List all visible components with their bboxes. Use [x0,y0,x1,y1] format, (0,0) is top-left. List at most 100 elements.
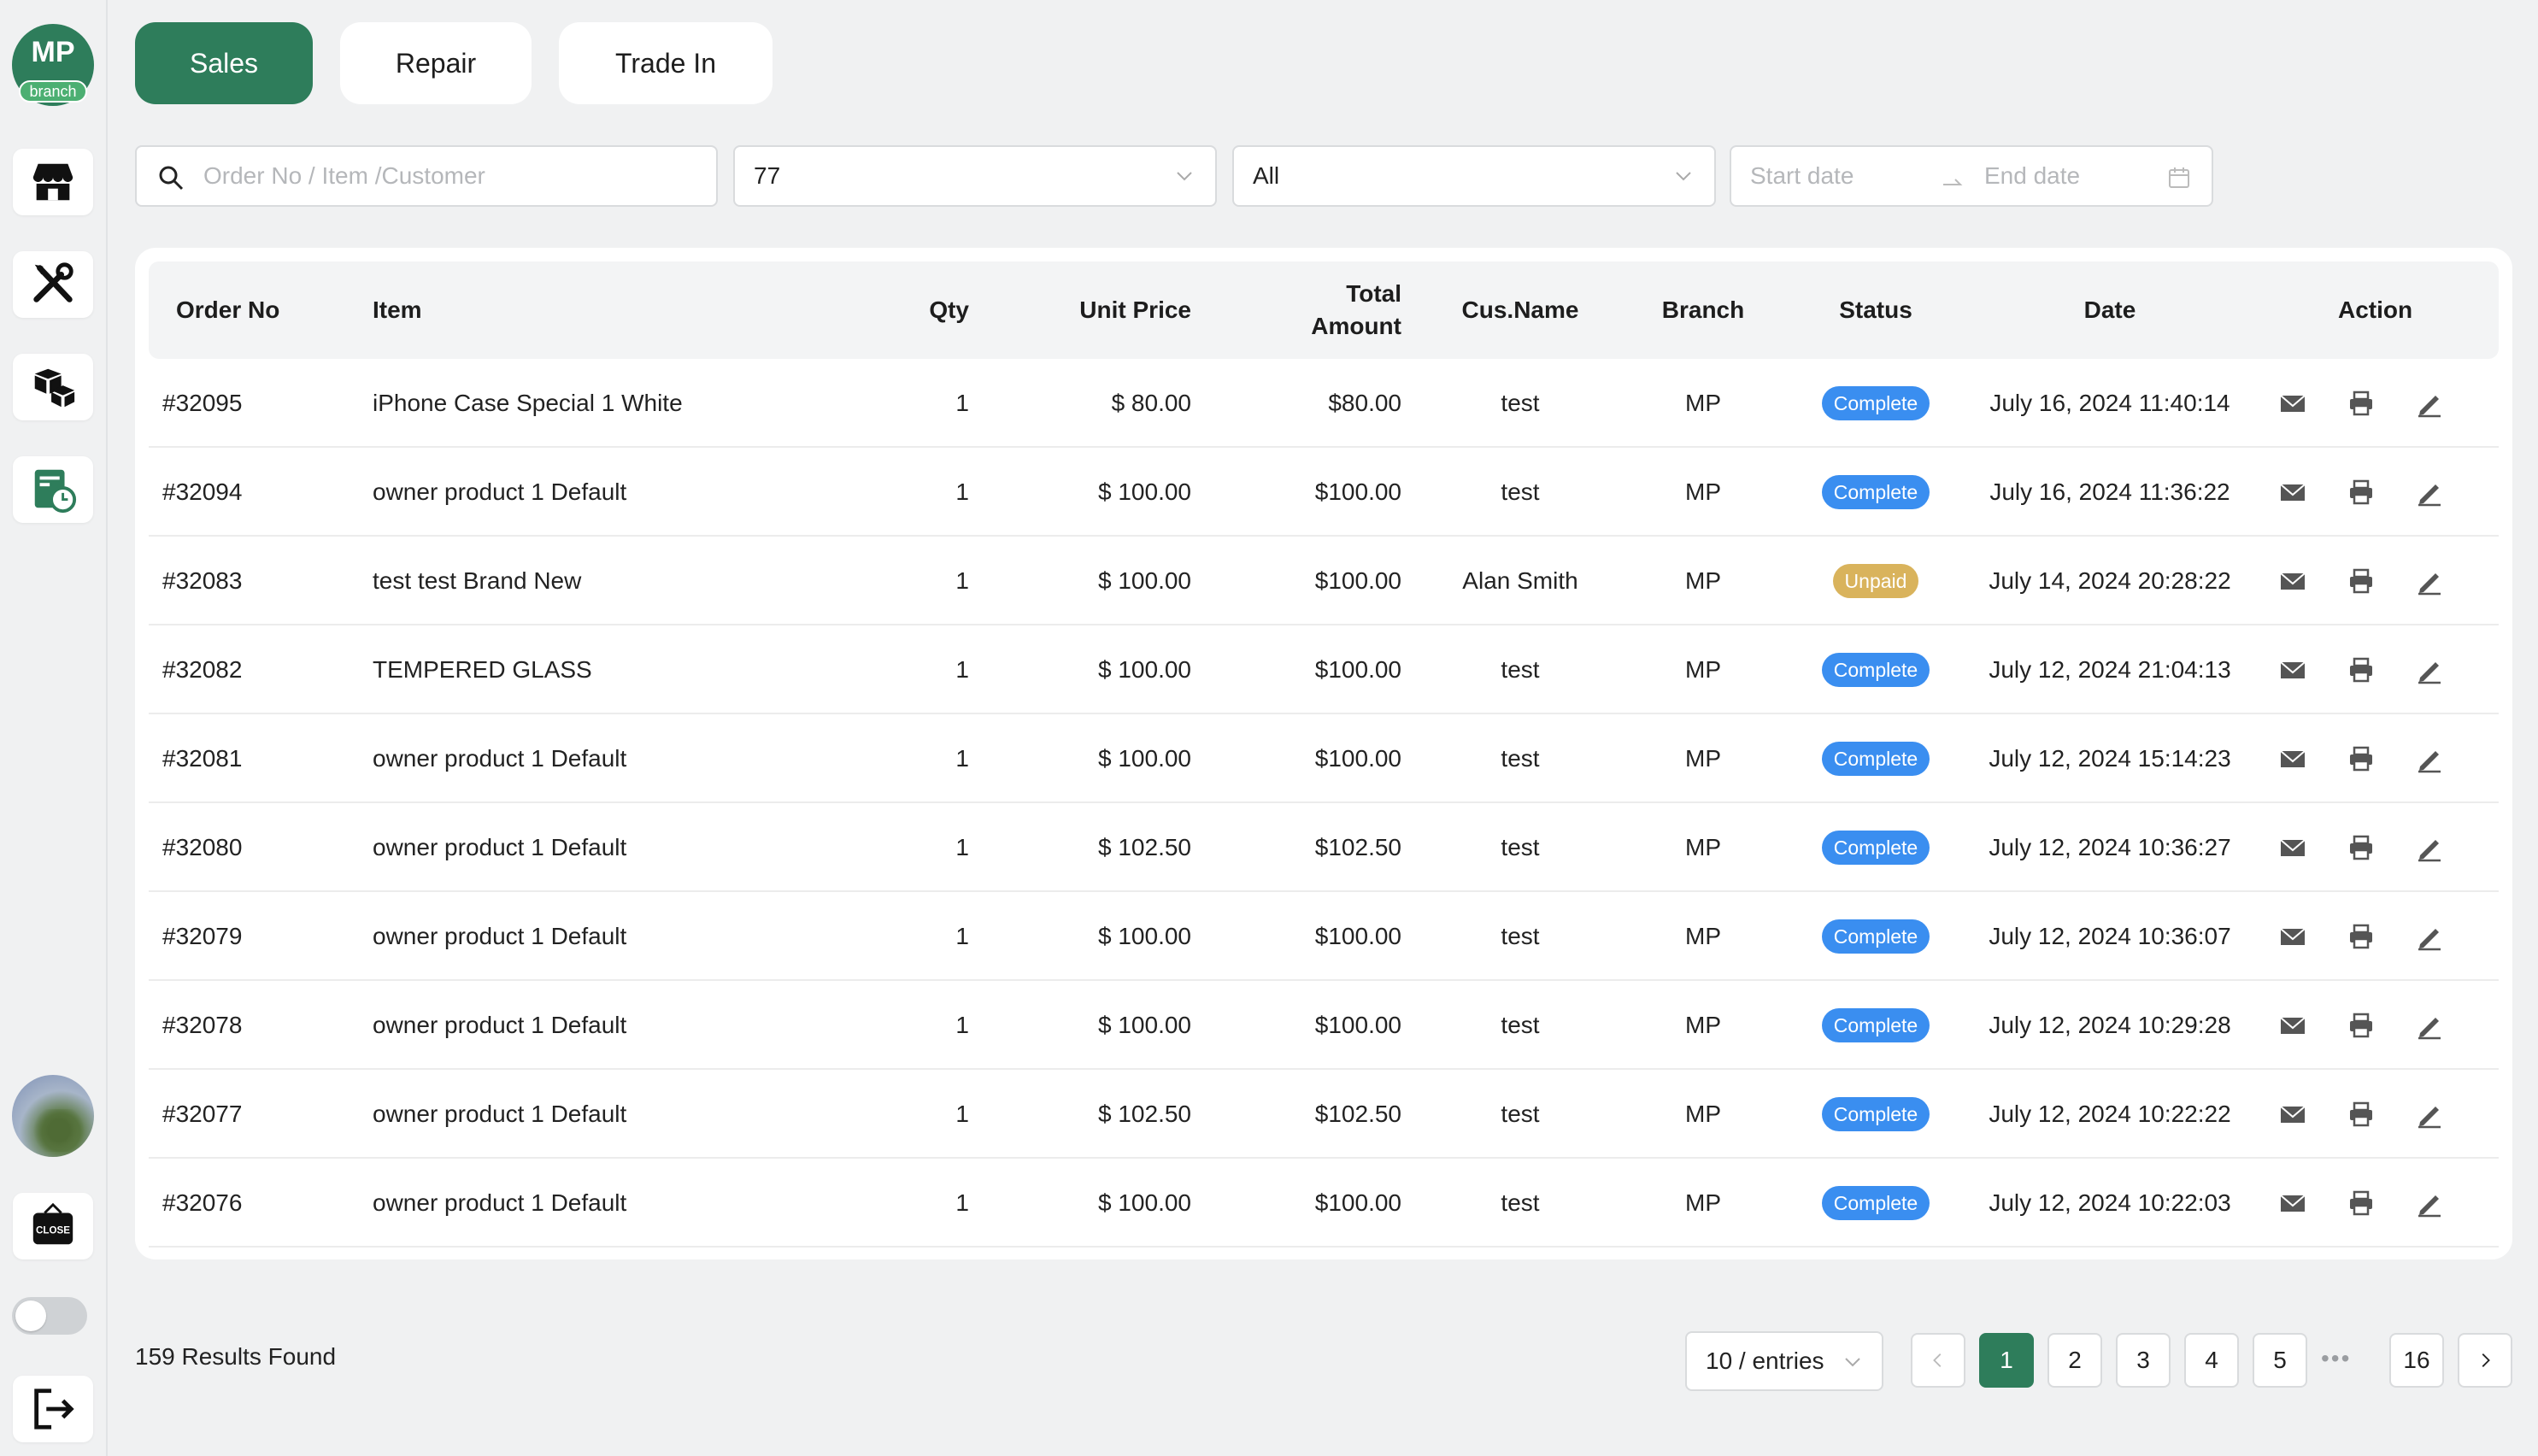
sidebar-item-inventory[interactable] [13,354,93,420]
pagination-page-2[interactable]: 2 [2047,1333,2102,1388]
cell-total-amount: $100.00 [1314,1012,1401,1038]
cell-order-no[interactable]: #32077 [162,1070,242,1159]
logout-icon [34,1388,74,1430]
print-button[interactable] [2347,359,2376,448]
col-action: Action [2338,296,2413,323]
col-date[interactable]: Date [1981,261,2239,359]
email-button[interactable] [2278,714,2307,803]
cell-order-no[interactable]: #32095 [162,359,242,448]
pagination-page-3[interactable]: 3 [2116,1333,2171,1388]
pagination-page-5[interactable]: 5 [2253,1333,2307,1388]
email-button[interactable] [2278,625,2307,714]
chevron-down-icon [1676,172,1691,181]
col-unit-price[interactable]: Unit Price [1015,261,1191,359]
tab-sales[interactable]: Sales [135,22,313,104]
cell-order-no[interactable]: #32094 [162,448,242,537]
table-row[interactable]: #32081 owner product 1 Default 1 $ 100.00 $1… [149,714,2499,803]
theme-toggle[interactable] [12,1297,87,1335]
edit-button[interactable] [2415,803,2444,892]
print-button[interactable] [2347,625,2376,714]
table-row[interactable]: #32076 owner product 1 Default 1 $ 100.00 $1… [149,1159,2499,1248]
edit-button[interactable] [2415,448,2444,537]
col-order-no[interactable]: Order No [176,261,279,359]
cell-order-no[interactable]: #32083 [162,537,242,625]
print-button[interactable] [2347,981,2376,1070]
cell-item: owner product 1 Default [373,1101,627,1127]
sidebar-item-repair[interactable] [13,251,93,318]
email-button[interactable] [2278,1070,2307,1159]
email-button[interactable] [2278,537,2307,625]
cell-order-no[interactable]: #32079 [162,892,242,981]
cell-total-amount: $100.00 [1314,478,1401,505]
table-row[interactable]: #32080 owner product 1 Default 1 $ 102.50 $1… [149,803,2499,892]
edit-button[interactable] [2415,714,2444,803]
date-range-picker[interactable]: Start date End date [1730,145,2213,207]
table-row[interactable]: #32082 TEMPERED GLASS 1 $ 100.00 $100.00 test… [149,625,2499,714]
cell-qty: 1 [955,745,969,772]
print-button[interactable] [2347,803,2376,892]
email-button[interactable] [2278,892,2307,981]
close-store-button[interactable]: CLOSE [13,1193,93,1259]
cell-order-no[interactable]: #32081 [162,714,242,803]
edit-button[interactable] [2415,359,2444,448]
sidebar-item-sales[interactable] [13,149,93,215]
cell-branch: MP [1685,745,1721,772]
cell-unit-price: $ 100.00 [1098,745,1191,772]
select-filter-1[interactable]: 77 [733,145,1217,207]
cell-order-no[interactable]: #32076 [162,1159,242,1248]
table-row[interactable]: #32083 test test Brand New 1 $ 100.00 $100.0… [149,537,2499,625]
email-button[interactable] [2278,448,2307,537]
col-status[interactable]: Status [1795,261,1957,359]
col-item[interactable]: Item [373,261,422,359]
print-button[interactable] [2347,714,2376,803]
table-row[interactable]: #32077 owner product 1 Default 1 $ 102.50 $1… [149,1070,2499,1159]
logout-button[interactable] [13,1376,93,1442]
pagination-next-button[interactable] [2458,1333,2512,1388]
pagination-page-16[interactable]: 16 [2389,1333,2444,1388]
table-row[interactable]: #32094 owner product 1 Default 1 $ 100.00 $1… [149,448,2499,537]
col-total-amount[interactable]: Total Amount [1251,261,1401,359]
edit-button[interactable] [2415,892,2444,981]
col-cus-name[interactable]: Cus.Name [1436,261,1605,359]
user-avatar[interactable] [12,1075,94,1157]
print-button[interactable] [2347,1070,2376,1159]
pagination-prev-button[interactable] [1911,1333,1965,1388]
print-icon [2350,746,2372,772]
edit-button[interactable] [2415,981,2444,1070]
print-button[interactable] [2347,1159,2376,1248]
email-button[interactable] [2278,803,2307,892]
edit-button[interactable] [2415,625,2444,714]
cell-order-no[interactable]: #32082 [162,625,242,714]
print-button[interactable] [2347,537,2376,625]
cell-branch: MP [1685,1189,1721,1216]
col-qty[interactable]: Qty [872,261,969,359]
edit-button[interactable] [2415,537,2444,625]
table-row[interactable]: #32095 iPhone Case Special 1 White 1 $ 80.0… [149,359,2499,448]
pagination-page-1[interactable]: 1 [1979,1333,2034,1388]
tab-trade-in[interactable]: Trade In [559,22,773,104]
cell-order-no[interactable]: #32080 [162,803,242,892]
table-row[interactable]: #32079 owner product 1 Default 1 $ 100.00 $1… [149,892,2499,981]
print-button[interactable] [2347,448,2376,537]
pagination-page-4[interactable]: 4 [2184,1333,2239,1388]
print-button[interactable] [2347,892,2376,981]
sidebar-item-reports[interactable] [13,456,93,523]
col-branch[interactable]: Branch [1622,261,1784,359]
search-input[interactable]: Order No / Item /Customer [135,145,718,207]
cell-customer: test [1501,1012,1540,1038]
mail-icon [2280,839,2306,856]
email-button[interactable] [2278,359,2307,448]
tab-repair[interactable]: Repair [340,22,532,104]
status-badge: Complete [1821,1097,1930,1131]
email-button[interactable] [2278,981,2307,1070]
edit-button[interactable] [2415,1159,2444,1248]
cell-order-no[interactable]: #32078 [162,981,242,1070]
table-row[interactable]: #32078 owner product 1 Default 1 $ 100.00 $1… [149,981,2499,1070]
email-button[interactable] [2278,1159,2307,1248]
edit-button[interactable] [2415,1070,2444,1159]
pagination-ellipsis[interactable]: ••• [2321,1345,2351,1372]
select-filter-2[interactable]: All [1232,145,1716,207]
entries-per-page-select[interactable]: 10 / entries [1685,1331,1883,1391]
calendar-icon [2169,167,2189,188]
branch-logo[interactable]: MP branch [12,24,94,106]
